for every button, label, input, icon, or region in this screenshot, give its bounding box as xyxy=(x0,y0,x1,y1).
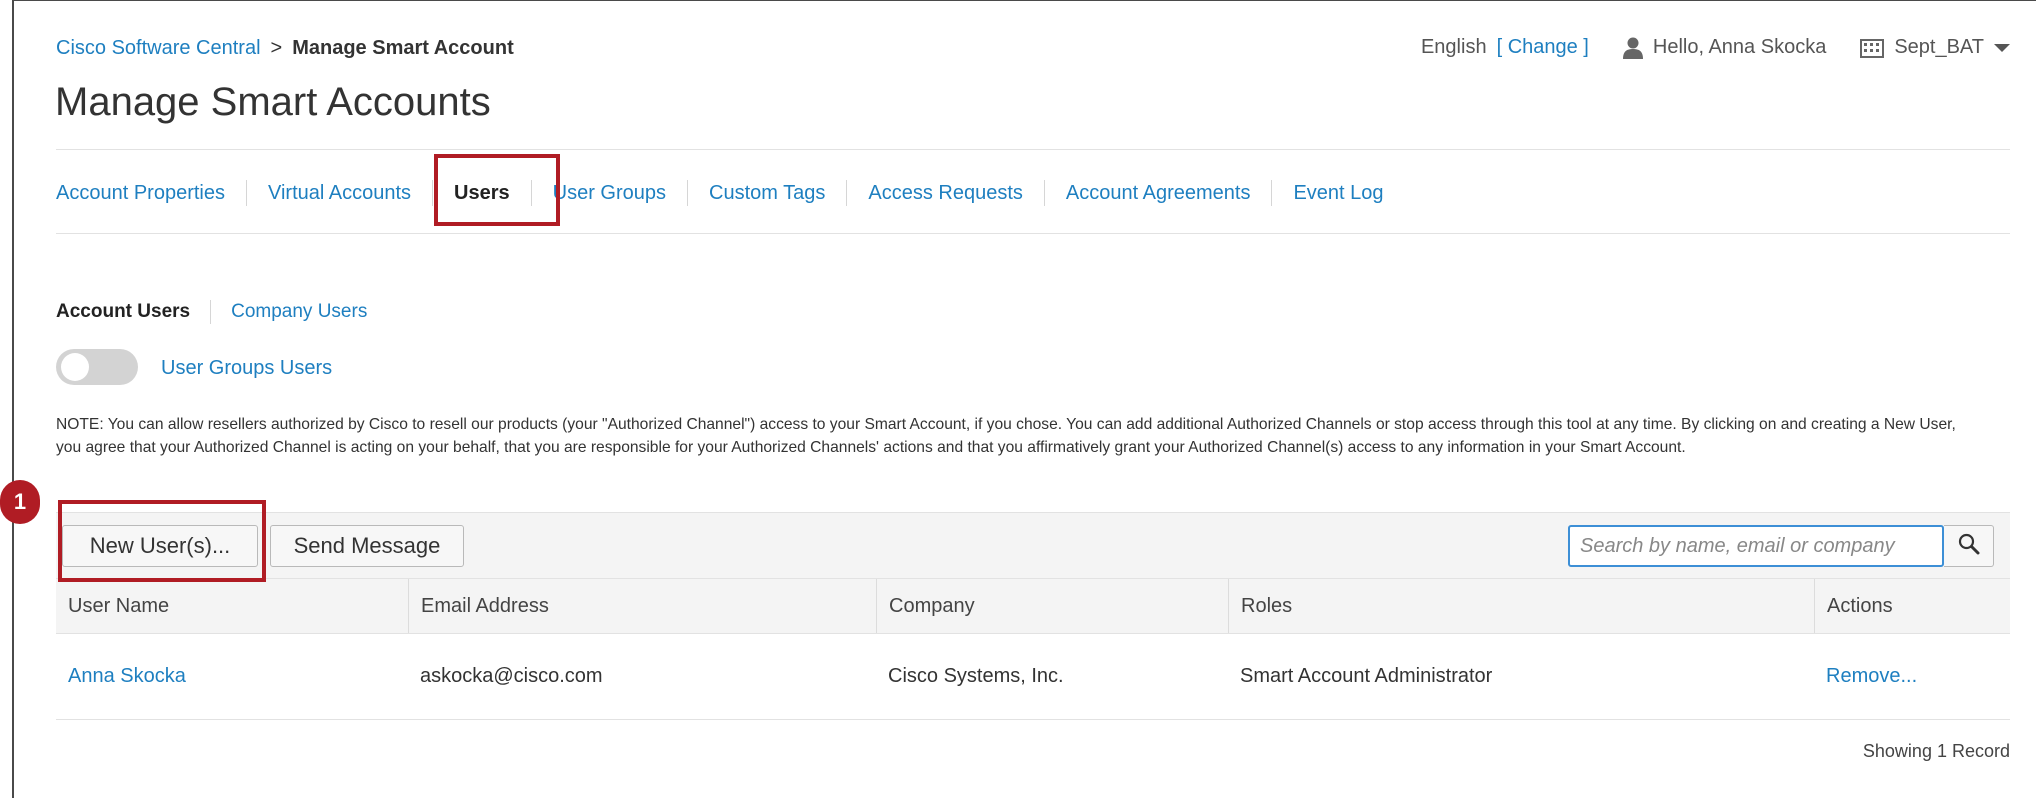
page-title: Manage Smart Accounts xyxy=(55,80,491,124)
subtab-account-users[interactable]: Account Users xyxy=(56,300,210,324)
language-label: English xyxy=(1420,36,1487,58)
tab-virtual-accounts[interactable]: Virtual Accounts xyxy=(245,180,432,206)
breadcrumb: Cisco Software Central > Manage Smart Acco… xyxy=(56,37,514,60)
record-count: Showing 1 Record xyxy=(1862,741,2010,761)
search-button[interactable] xyxy=(1944,525,1994,567)
breadcrumb-separator: > xyxy=(270,37,283,59)
main-tabs: Account Properties Virtual Accounts User… xyxy=(56,180,1405,206)
user-subtabs: Account Users Company Users xyxy=(56,300,387,324)
send-message-button[interactable]: Send Message xyxy=(270,525,464,567)
user-groups-users-toggle[interactable] xyxy=(56,349,138,385)
column-header-roles[interactable]: Roles xyxy=(1228,579,1814,633)
tab-custom-tags[interactable]: Custom Tags xyxy=(687,180,846,206)
table-row: Anna Skocka askocka@cisco.com Cisco Syst… xyxy=(56,633,2010,720)
search-box xyxy=(1568,525,1944,567)
tab-users[interactable]: Users xyxy=(432,180,531,206)
step-number-badge: 1 xyxy=(0,480,40,524)
toggle-knob xyxy=(61,353,89,381)
users-table-header: User Name Email Address Company Roles Ac… xyxy=(56,578,2010,634)
breadcrumb-current: Manage Smart Account xyxy=(292,37,514,59)
user-company: Cisco Systems, Inc. xyxy=(888,665,1064,687)
column-header-user-name[interactable]: User Name xyxy=(56,579,406,633)
authorized-channel-note: NOTE: You can allow resellers authorized… xyxy=(56,416,1956,456)
toggle-label[interactable]: User Groups Users xyxy=(161,357,332,380)
tab-account-properties[interactable]: Account Properties xyxy=(56,180,246,206)
user-icon xyxy=(1622,37,1643,59)
column-header-actions: Actions xyxy=(1814,579,2010,633)
tab-account-agreements[interactable]: Account Agreements xyxy=(1043,180,1272,206)
tab-user-groups[interactable]: User Groups xyxy=(530,180,687,206)
column-header-company[interactable]: Company xyxy=(876,579,1228,633)
subtab-company-users[interactable]: Company Users xyxy=(210,300,387,324)
account-selector[interactable]: Sept_BAT xyxy=(1894,36,1984,59)
column-header-email[interactable]: Email Address xyxy=(408,579,876,633)
search-icon xyxy=(1958,533,1980,560)
user-email: askocka@cisco.com xyxy=(420,665,603,687)
chevron-down-icon[interactable] xyxy=(1994,43,2010,53)
search-input[interactable] xyxy=(1570,527,1942,565)
users-toolbar: New User(s)... Send Message xyxy=(56,512,2010,579)
tab-access-requests[interactable]: Access Requests xyxy=(846,180,1044,206)
divider xyxy=(56,149,2010,150)
user-greeting[interactable]: Hello, Anna Skocka xyxy=(1653,36,1826,59)
divider xyxy=(56,233,2010,234)
new-users-button[interactable]: New User(s)... xyxy=(62,525,258,567)
remove-user-link[interactable]: Remove... xyxy=(1814,633,2010,719)
breadcrumb-root-link[interactable]: Cisco Software Central xyxy=(56,37,261,59)
user-name-link[interactable]: Anna Skocka xyxy=(56,633,406,719)
tab-event-log[interactable]: Event Log xyxy=(1271,180,1404,206)
user-roles: Smart Account Administrator xyxy=(1240,665,1493,687)
user-bar: English [ Change ] Hello, Anna Skocka Se… xyxy=(1421,36,2010,59)
building-icon xyxy=(1860,38,1885,58)
change-language-link[interactable]: [ Change ] xyxy=(1497,36,1589,59)
